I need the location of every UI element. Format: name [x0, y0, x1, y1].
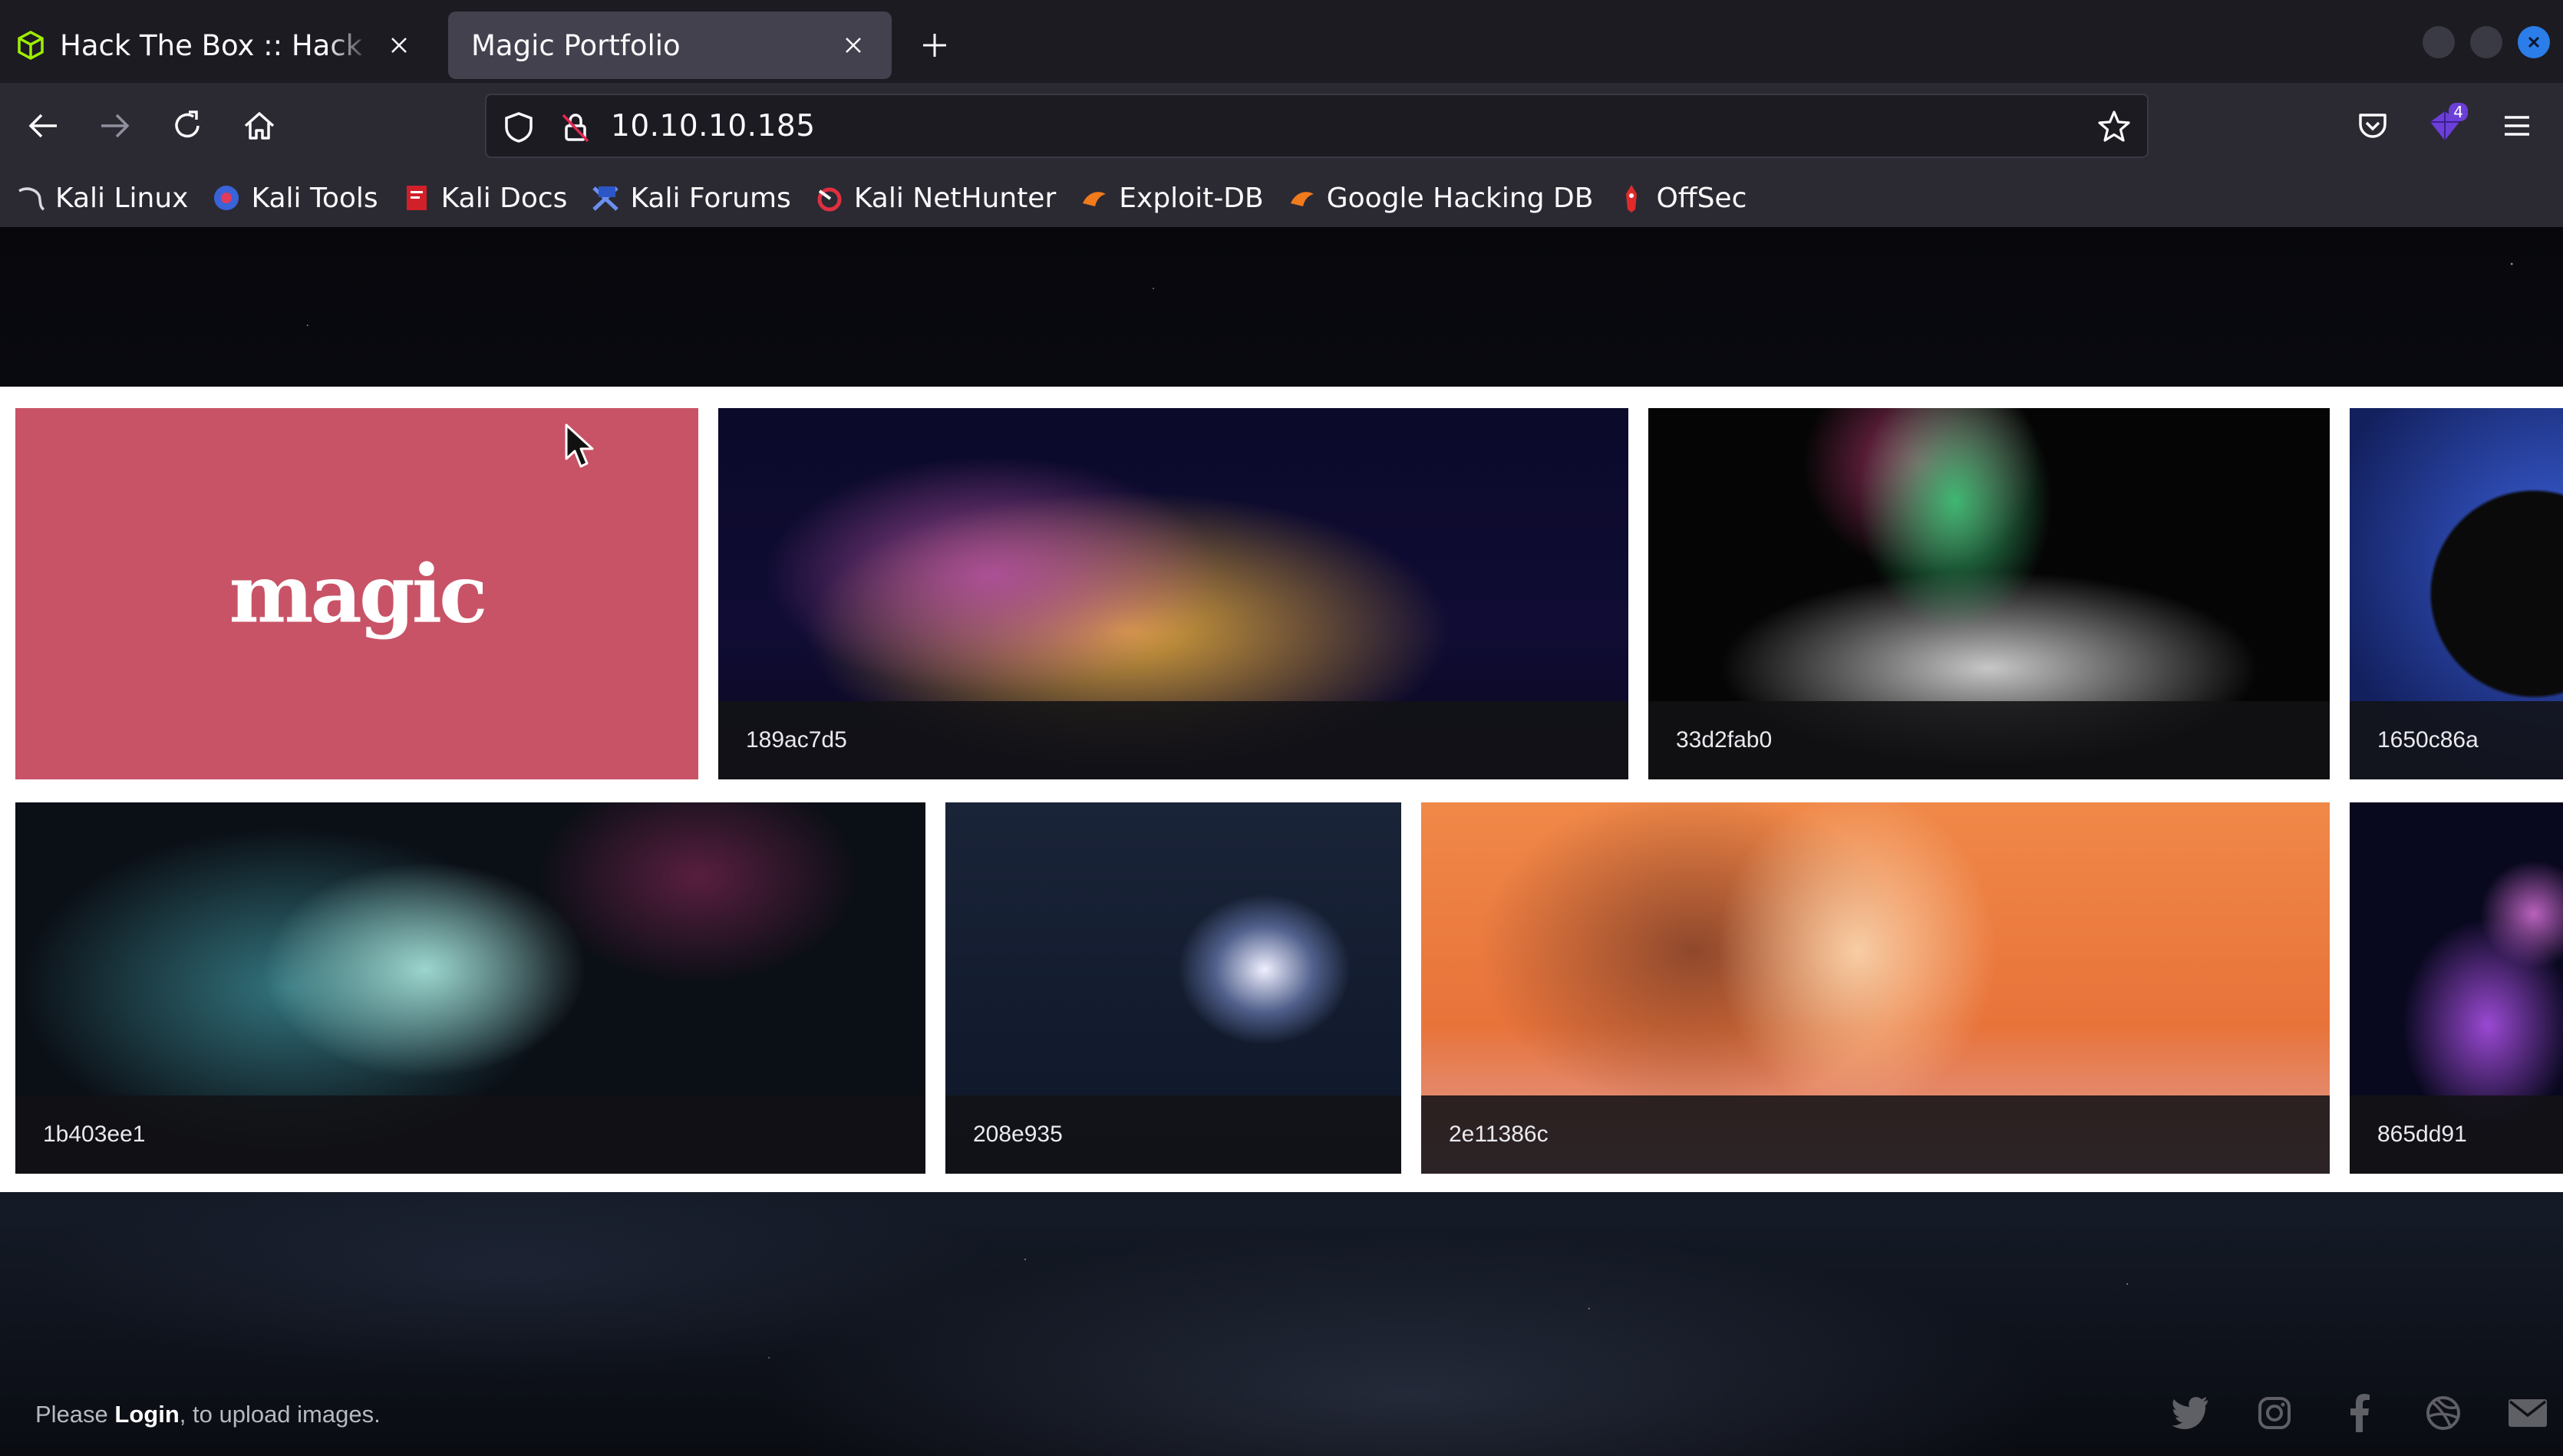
arrow-left-icon [28, 114, 57, 138]
bookmark-label: Kali NetHunter [853, 182, 1057, 214]
twitter-icon[interactable] [2169, 1392, 2212, 1435]
gallery-item[interactable]: 1650c86a [2350, 408, 2563, 779]
extension-badge: 4 [2449, 103, 2468, 121]
close-icon [2528, 36, 2540, 48]
magic-logo-card[interactable]: magic [15, 408, 698, 779]
login-prompt: Please Login, to upload images. [35, 1401, 381, 1428]
tab-magic-portfolio[interactable]: Magic Portfolio [448, 12, 892, 79]
bookmarks-toolbar: Kali Linux Kali Tools Kali Docs Kali For… [0, 169, 2563, 227]
bookmark-label: Exploit-DB [1119, 182, 1264, 214]
new-tab-button[interactable] [904, 15, 965, 76]
offsec-icon [1616, 183, 1647, 213]
bookmark-google-hacking-db[interactable]: Google Hacking DB [1287, 182, 1594, 214]
htb-cube-icon [18, 31, 44, 60]
dribbble-icon[interactable] [2422, 1392, 2465, 1435]
gallery-item[interactable]: 189ac7d5 [718, 408, 1628, 779]
login-prompt-suffix: , to upload images. [179, 1401, 381, 1428]
tab-label: Magic Portfolio [471, 28, 681, 62]
window-close-button[interactable] [2518, 26, 2550, 58]
gallery-item[interactable]: 2e11386c [1421, 802, 2330, 1174]
close-tab-icon[interactable] [838, 30, 869, 61]
bookmark-offsec[interactable]: OffSec [1616, 183, 1747, 214]
tab-hackthebox[interactable]: Hack The Box :: Hack The Box [0, 12, 437, 79]
pocket-button[interactable] [2350, 103, 2396, 149]
bookmark-label: OffSec [1656, 182, 1747, 214]
url-bar[interactable]: 10.10.10.185 [485, 94, 2149, 158]
bookmark-label: Kali Linux [55, 182, 189, 214]
home-button[interactable] [236, 103, 282, 149]
plus-icon [923, 34, 946, 57]
bookmark-label: Kali Forums [630, 182, 791, 214]
window-minimize-button[interactable] [2423, 26, 2455, 58]
bookmark-kali-forums[interactable]: Kali Forums [590, 182, 791, 214]
extension-button[interactable]: 4 [2422, 103, 2468, 149]
bookmark-label: Kali Docs [440, 182, 568, 214]
gallery-caption: 1b403ee1 [15, 1095, 925, 1174]
ghdb-icon [1287, 183, 1318, 213]
bookmark-label: Kali Tools [251, 182, 378, 214]
exploit-db-icon [1079, 183, 1110, 213]
kali-forums-icon [590, 183, 621, 213]
arrow-right-icon [101, 114, 130, 138]
bookmark-kali-tools[interactable]: Kali Tools [211, 183, 378, 214]
gallery-item[interactable]: 208e935 [945, 802, 1401, 1174]
login-prompt-prefix: Please [35, 1401, 115, 1428]
bookmark-star-icon[interactable] [2096, 109, 2132, 144]
url-text[interactable]: 10.10.10.185 [611, 109, 816, 143]
back-button[interactable] [20, 103, 66, 149]
insecure-lock-icon[interactable] [559, 110, 592, 144]
menu-button[interactable] [2494, 103, 2540, 149]
facebook-icon[interactable] [2337, 1392, 2380, 1435]
window-maximize-button[interactable] [2470, 26, 2502, 58]
home-icon [244, 112, 275, 140]
kali-nethunter-icon [814, 183, 845, 213]
close-tab-icon[interactable] [384, 30, 414, 61]
gallery-item[interactable]: 865dd91 [2350, 802, 2563, 1174]
tab-label: Hack The Box :: Hack The Box [60, 28, 373, 62]
reload-icon [175, 110, 200, 138]
mouse-cursor-icon [565, 423, 594, 468]
gallery-caption: 189ac7d5 [718, 701, 1628, 779]
kali-tools-icon [211, 183, 242, 213]
reload-button[interactable] [164, 103, 210, 149]
tab-bar: Hack The Box :: Hack The Box Magic Portf… [0, 0, 2563, 83]
instagram-icon[interactable] [2253, 1392, 2296, 1435]
navigation-toolbar: 10.10.10.185 4 [0, 83, 2563, 169]
pocket-icon [2359, 114, 2387, 138]
kali-docs-icon [401, 183, 432, 213]
bookmark-label: Google Hacking DB [1326, 182, 1594, 214]
gallery-caption: 1650c86a [2350, 701, 2563, 779]
gallery-item[interactable]: 33d2fab0 [1648, 408, 2330, 779]
bookmark-kali-linux[interactable]: Kali Linux [15, 183, 188, 214]
gallery-caption: 2e11386c [1421, 1095, 2330, 1174]
bookmark-kali-docs[interactable]: Kali Docs [401, 182, 568, 214]
login-link[interactable]: Login [114, 1401, 179, 1428]
magic-logo: magic [229, 546, 488, 641]
forward-button[interactable] [92, 103, 138, 149]
gallery-item[interactable]: 1b403ee1 [15, 802, 925, 1174]
mail-icon[interactable] [2506, 1392, 2549, 1435]
page-content: magic 189ac7d5 33d2fab0 1650c86a 1b403ee… [0, 227, 2563, 1456]
shield-icon[interactable] [502, 110, 536, 144]
social-links [2169, 1392, 2563, 1435]
gallery-caption: 865dd91 [2350, 1095, 2563, 1174]
gallery-caption: 208e935 [945, 1095, 1401, 1174]
kali-dragon-icon [15, 183, 46, 213]
bookmark-kali-nethunter[interactable]: Kali NetHunter [814, 183, 1056, 214]
hamburger-menu-icon [2505, 116, 2529, 136]
bookmark-exploit-db[interactable]: Exploit-DB [1079, 182, 1264, 214]
gallery-caption: 33d2fab0 [1648, 701, 2330, 779]
